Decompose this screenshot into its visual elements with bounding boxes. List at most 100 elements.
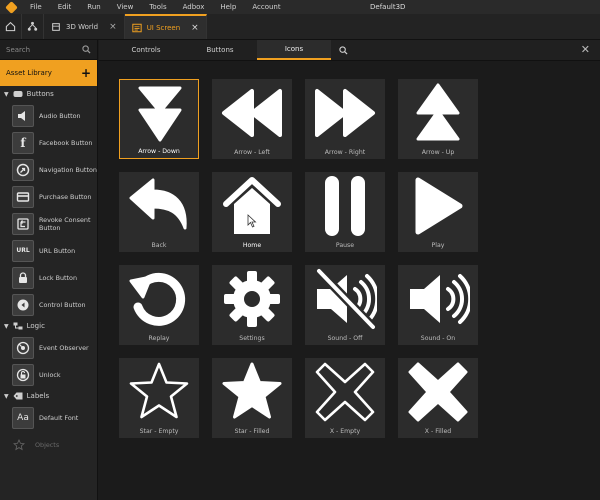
tab-3d-world[interactable]: 3D World × (44, 14, 125, 39)
icon-tile-pause[interactable]: Pause (305, 172, 385, 252)
font-glyph: Aa (17, 412, 29, 423)
arrow-down-icon (138, 86, 182, 142)
group-buttons[interactable]: ▼ Buttons (0, 86, 97, 102)
icon-tile-star-empty[interactable]: Star - Empty (119, 358, 199, 438)
star-outline-icon (8, 434, 30, 456)
icon-tile-home[interactable]: Home (212, 172, 292, 252)
close-tab-icon[interactable]: × (109, 22, 117, 32)
sidebar-search[interactable]: Search (0, 40, 97, 60)
sidebar-item-purchase-button[interactable]: Purchase Button (0, 183, 97, 210)
asset-library-label: Asset Library (6, 69, 52, 77)
revoke-thumb-icon (12, 212, 34, 235)
caret-down-icon: ▼ (4, 392, 9, 400)
icon-tile-sound-on[interactable]: Sound - On (398, 265, 478, 345)
icon-tile-x-empty[interactable]: X - Empty (305, 358, 385, 438)
icon-tile-play[interactable]: Play (398, 172, 478, 252)
sidebar-item-facebook-button[interactable]: f Facebook Button (0, 129, 97, 156)
sidebar-item-navigation-button[interactable]: Navigation Button (0, 156, 97, 183)
icon-tile-star-filled[interactable]: Star - Filled (212, 358, 292, 438)
sidebar-item-label: URL Button (39, 246, 76, 255)
x-empty-icon (315, 362, 375, 422)
add-asset-icon[interactable]: + (81, 66, 91, 80)
event-observer-thumb-icon (12, 336, 34, 359)
menu-view[interactable]: View (109, 0, 142, 14)
sidebar-item-label: Navigation Button (39, 165, 97, 174)
star-filled-icon (222, 362, 282, 419)
menu-edit[interactable]: Edit (50, 0, 80, 14)
icon-label: Arrow - Left (234, 149, 270, 156)
settings-icon (224, 271, 280, 327)
tab-ui-screen[interactable]: UI Screen × (124, 14, 207, 39)
star-empty-icon (129, 362, 189, 419)
asset-sidebar: Search Asset Library + ▼ Buttons Audio B… (0, 40, 98, 500)
subtab-buttons[interactable]: Buttons (183, 40, 257, 60)
icon-label: Arrow - Right (324, 149, 366, 156)
document-title: Default3D (370, 3, 406, 11)
panel-search-button[interactable] (331, 40, 355, 60)
sidebar-item-control-button[interactable]: Control Button (0, 291, 97, 318)
sidebar-item-audio-button[interactable]: Audio Button (0, 102, 97, 129)
home-button[interactable] (0, 14, 22, 39)
asset-library-header[interactable]: Asset Library + (0, 60, 97, 86)
facebook-glyph: f (20, 135, 26, 150)
icon-tile-arrow-down[interactable]: Arrow - Down (119, 79, 199, 159)
group-label: Objects (35, 440, 60, 449)
hierarchy-button[interactable] (22, 14, 44, 39)
sidebar-item-url-button[interactable]: URL URL Button (0, 237, 97, 264)
group-label: Logic (26, 322, 45, 330)
icon-label: Settings (239, 335, 265, 342)
subtab-icons[interactable]: Icons (257, 40, 331, 60)
arrow-left-icon (222, 89, 282, 137)
search-input[interactable]: Search (6, 46, 30, 54)
tab-bar: 3D World × UI Screen × (0, 14, 600, 40)
menu-adbox[interactable]: Adbox (175, 0, 213, 14)
menu-tools[interactable]: Tools (141, 0, 174, 14)
sidebar-item-label: Event Observer (39, 343, 89, 352)
icon-tile-back[interactable]: Back (119, 172, 199, 252)
app-logo-icon (0, 0, 22, 14)
sidebar-item-label: Facebook Button (39, 138, 93, 147)
menu-account[interactable]: Account (244, 0, 288, 14)
group-labels[interactable]: ▼ Labels (0, 388, 97, 404)
close-panel-icon[interactable]: ✕ (581, 43, 590, 56)
menu-file[interactable]: File (22, 0, 50, 14)
icon-tile-arrow-up[interactable]: Arrow - Up (398, 79, 478, 159)
icon-tile-arrow-left[interactable]: Arrow - Left (212, 79, 292, 159)
arrow-right-icon (315, 89, 375, 137)
menu-help[interactable]: Help (212, 0, 244, 14)
icon-tile-replay[interactable]: Replay (119, 265, 199, 345)
pause-icon (325, 176, 365, 236)
close-tab-icon[interactable]: × (191, 23, 199, 33)
sidebar-item-label: Default Font (39, 413, 79, 422)
sidebar-item-label: Unlock (39, 370, 61, 379)
lock-thumb-icon (12, 266, 34, 289)
icon-grid: Arrow - Down Arrow - Left Arrow - Right … (119, 79, 478, 438)
search-icon (338, 45, 348, 55)
sidebar-item-unlock[interactable]: Unlock (0, 361, 97, 388)
sound-off-icon (314, 267, 377, 331)
group-logic[interactable]: ▼ Logic (0, 318, 97, 334)
subtab-controls[interactable]: Controls (109, 40, 183, 60)
icon-label: Arrow - Up (421, 149, 455, 156)
arrow-up-icon (416, 83, 460, 141)
sidebar-item-label: Purchase Button (39, 192, 92, 201)
search-icon[interactable] (82, 45, 91, 54)
sidebar-item-revoke-consent-button[interactable]: Revoke Consent Button (0, 210, 97, 237)
icon-tile-settings[interactable]: Settings (212, 265, 292, 345)
icon-tile-arrow-right[interactable]: Arrow - Right (305, 79, 385, 159)
menu-run[interactable]: Run (79, 0, 108, 14)
icon-label: Arrow - Down (138, 148, 180, 155)
icon-tile-x-filled[interactable]: X - Filled (398, 358, 478, 438)
icon-label: Star - Filled (234, 428, 270, 435)
sidebar-item-event-observer[interactable]: Event Observer (0, 334, 97, 361)
tab-label: 3D World (66, 22, 99, 31)
icon-label: X - Empty (329, 428, 361, 435)
back-icon (129, 178, 187, 230)
hierarchy-icon (27, 21, 38, 31)
home-outline-icon (5, 21, 16, 32)
sidebar-item-lock-button[interactable]: Lock Button (0, 264, 97, 291)
icon-label: Home (242, 242, 262, 249)
sidebar-item-default-font[interactable]: Aa Default Font (0, 404, 97, 431)
sidebar-item-objects[interactable]: Objects (0, 431, 97, 458)
icon-tile-sound-off[interactable]: Sound - Off (305, 265, 385, 345)
